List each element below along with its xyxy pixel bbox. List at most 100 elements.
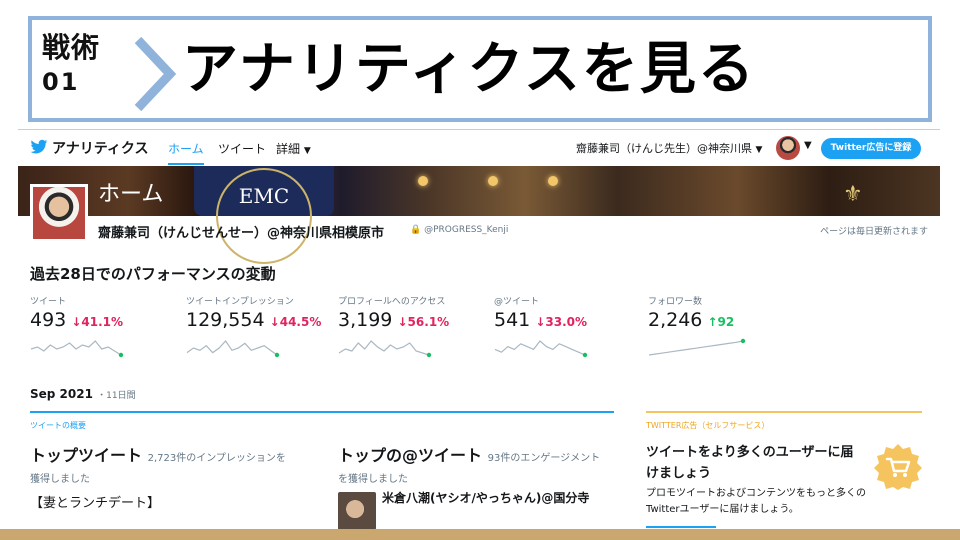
tab-tweets-label: ツイート	[218, 142, 267, 156]
slide-title: アナリティクスを見る	[182, 37, 756, 102]
sparkline	[338, 340, 432, 358]
metric-card: プロフィールへのアクセス 3,199 ↓56.1%	[338, 294, 488, 359]
sparkline-line	[338, 340, 430, 356]
chevron-down-icon: ▼	[755, 145, 763, 155]
divider	[30, 411, 614, 413]
metric-change: ↓33.0%	[535, 315, 588, 329]
period-month: Sep 2021	[30, 387, 93, 401]
sparkline-line	[186, 340, 278, 356]
sparkline	[186, 340, 280, 358]
handle-text: @PROGRESS_Kenji	[424, 225, 509, 235]
metric-card: フォロワー数 2,246 ↑92	[648, 294, 798, 359]
top-mention-title: トップの@ツイート 93件のエンゲージメント	[338, 442, 600, 466]
header-banner: EMC ホーム ⚜	[18, 166, 940, 264]
ads-description: プロモツイートおよびコンテンツをもっと多くのTwitterユーザーに届けましょう…	[646, 488, 866, 515]
metric-value: 2,246	[648, 309, 703, 331]
title-banner: 戦術 01 アナリティクスを見る	[28, 16, 932, 122]
metric-value: 3,199	[338, 309, 393, 331]
avatar[interactable]	[776, 136, 800, 160]
profile-photo[interactable]	[30, 184, 88, 242]
period-days: 11日間	[106, 391, 136, 401]
metric-card: ツイートインプレッション 129,554 ↓44.5%	[186, 294, 336, 359]
account-name: 齋藤兼司（けんじ先生）@神奈川県	[576, 142, 752, 155]
shopping-cart-icon	[874, 444, 922, 490]
metric-value: 493	[30, 309, 67, 331]
metric-label: ツイートインプレッション	[186, 297, 294, 307]
sparkline	[648, 338, 746, 356]
lesson-number: 01	[42, 68, 80, 96]
top-nav: アナリティクス ホーム ツイート 詳細 ▼ 齋藤兼司（けんじ先生）@神奈川県 ▼…	[18, 130, 940, 166]
metric-change: ↑92	[707, 315, 735, 329]
sparkline	[30, 340, 124, 358]
metric-change: ↓44.5%	[269, 315, 322, 329]
metric-label: プロフィールへのアクセス	[338, 297, 446, 307]
sparkline-endpoint	[118, 352, 124, 358]
app-name[interactable]: アナリティクス	[52, 138, 148, 158]
metric-row: 541 ↓33.0%	[494, 309, 644, 331]
sparkline-line	[648, 340, 744, 356]
metric-change: ↓56.1%	[397, 315, 450, 329]
top-tweet-heading: トップツイート	[30, 446, 143, 465]
emc-text: EMC	[238, 184, 290, 208]
metric-row: 3,199 ↓56.1%	[338, 309, 488, 331]
update-note: ページは毎日更新されます	[820, 227, 928, 237]
top-mention-note: 93件のエンゲージメント	[487, 453, 601, 464]
profile-name: 齋藤兼司（けんじせんせー）@神奈川県相模原市	[98, 226, 385, 241]
sparkline-endpoint	[274, 352, 280, 358]
lesson-label: 戦術	[42, 31, 101, 64]
divider	[646, 411, 922, 413]
hero-home-label: ホーム	[98, 182, 164, 207]
metric-row: 2,246 ↑92	[648, 309, 798, 331]
top-tweet-text[interactable]: 【妻とランチデート】	[30, 492, 160, 511]
metric-change: ↓41.1%	[71, 315, 124, 329]
avatar[interactable]	[338, 492, 376, 529]
metric-label: ツイート	[30, 297, 67, 307]
metric-value: 129,554	[186, 309, 265, 331]
chevron-down-icon: ▼	[303, 146, 311, 156]
chevron-down-icon[interactable]: ▼	[804, 140, 812, 151]
signup-ads-button[interactable]: Twitter広告に登録	[821, 138, 921, 159]
sparkline-line	[494, 340, 586, 356]
sparkline-endpoint	[426, 352, 432, 358]
lamp-decor	[548, 176, 558, 186]
period-header: Sep 2021 ・11日間	[30, 387, 136, 401]
tweet-highlights-label[interactable]: ツイートの概要	[30, 420, 86, 431]
sparkline-endpoint	[740, 338, 746, 344]
tab-details-label: 詳細	[276, 142, 301, 156]
tab-tweets[interactable]: ツイート	[218, 140, 266, 157]
metric-row: 493 ↓41.1%	[30, 309, 180, 331]
lesson-tag: 戦術 01	[42, 30, 100, 97]
tab-details[interactable]: 詳細 ▼	[276, 140, 311, 157]
metric-label: フォロワー数	[648, 297, 703, 307]
metric-row: 129,554 ↓44.5%	[186, 309, 336, 331]
metric-label: @ツイート	[494, 297, 540, 307]
slide: 戦術 01 アナリティクスを見る アナリティクス ホーム ツイート 詳細 ▼ 齋…	[0, 0, 960, 540]
period-separator: ・	[97, 391, 107, 401]
top-tweet-note-cont: 獲得しました	[30, 474, 90, 485]
twitter-bird-icon[interactable]	[30, 139, 48, 155]
metric-value: 541	[494, 309, 531, 331]
fleur-de-lis-icon: ⚜	[843, 182, 863, 207]
emc-emblem: EMC	[194, 166, 334, 264]
sparkline	[494, 340, 588, 358]
analytics-screenshot: アナリティクス ホーム ツイート 詳細 ▼ 齋藤兼司（けんじ先生）@神奈川県 ▼…	[18, 129, 940, 529]
ads-link[interactable]	[646, 526, 716, 528]
top-mention-user[interactable]: 米倉八潮(ヤシオ/やっちゃん)@国分寺	[382, 491, 622, 506]
top-tweet-note: 2,723件のインプレッションを	[147, 453, 286, 464]
top-tweet-title: トップツイート 2,723件のインプレッションを	[30, 442, 286, 466]
metric-card: @ツイート 541 ↓33.0%	[494, 294, 644, 359]
account-menu[interactable]: 齋藤兼司（けんじ先生）@神奈川県 ▼	[576, 140, 762, 156]
top-mention-heading: トップの@ツイート	[338, 446, 483, 465]
lamp-decor	[488, 176, 498, 186]
footer-bar	[0, 529, 960, 540]
emblem-ring	[216, 168, 312, 264]
tab-home-label: ホーム	[168, 142, 204, 156]
profile-handle: 🔒 @PROGRESS_Kenji	[410, 225, 509, 235]
metric-card: ツイート 493 ↓41.1%	[30, 294, 180, 359]
ads-title: ツイートをより多くのユーザーに届けましょう	[646, 445, 854, 481]
top-mention-note-cont: を獲得しました	[338, 474, 408, 485]
ads-label: TWITTER広告（セルフサービス）	[646, 421, 770, 430]
chevron-right-icon	[134, 36, 177, 112]
lamp-decor	[418, 176, 428, 186]
tab-home[interactable]: ホーム	[168, 140, 204, 165]
